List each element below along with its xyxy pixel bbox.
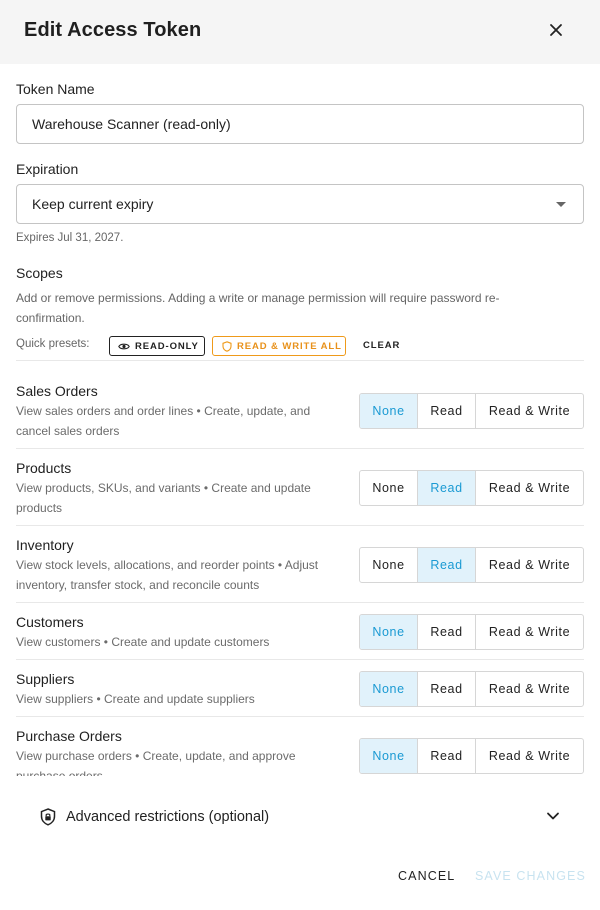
scope-title: Sales Orders — [16, 383, 98, 399]
permission-option-read[interactable]: Read — [418, 615, 476, 649]
scopes-label: Scopes — [16, 265, 63, 281]
divider — [16, 525, 584, 526]
permission-option-read[interactable]: Read — [418, 471, 476, 505]
advanced-restrictions-toggle[interactable]: Advanced restrictions (optional) — [32, 800, 568, 834]
scope-title: Inventory — [16, 537, 74, 553]
permission-option-none[interactable]: None — [360, 615, 418, 649]
scopes-description: Add or remove permissions. Adding a writ… — [16, 291, 500, 325]
divider — [16, 360, 584, 361]
dialog-title: Edit Access Token — [24, 19, 202, 41]
permission-option-read[interactable]: Read — [418, 548, 476, 582]
scope-description: View products, SKUs, and variants • Crea… — [16, 481, 311, 515]
token-name-input[interactable] — [17, 105, 583, 143]
read-only-preset-label: READ-ONLY — [135, 340, 199, 352]
scope-permission-toggle[interactable]: None Read Read & Write — [359, 738, 584, 774]
dialog-header: Edit Access Token — [0, 0, 600, 64]
divider — [16, 448, 584, 449]
permission-option-none[interactable]: None — [360, 739, 418, 773]
cancel-button[interactable]: CANCEL — [398, 869, 455, 883]
permission-option-none[interactable]: None — [360, 471, 418, 505]
read-write-all-preset-button[interactable]: READ & WRITE ALL — [212, 336, 346, 356]
scope-permission-toggle[interactable]: None Read Read & Write — [359, 393, 584, 429]
scope-description: View stock levels, allocations, and reor… — [16, 558, 319, 592]
permission-option-read-write[interactable]: Read & Write — [476, 548, 583, 582]
scope-description: View suppliers • Create and update suppl… — [16, 692, 255, 706]
permission-option-read-write[interactable]: Read & Write — [476, 672, 583, 706]
shield-lock-icon — [40, 808, 56, 831]
quick-presets-label: Quick presets: — [16, 338, 90, 350]
scope-title: Products — [16, 460, 72, 476]
permission-option-read[interactable]: Read — [418, 394, 476, 428]
permission-option-read-write[interactable]: Read & Write — [476, 739, 583, 773]
permission-option-read[interactable]: Read — [418, 739, 476, 773]
shield-icon — [222, 340, 232, 352]
scope-title: Purchase Orders — [16, 728, 122, 744]
read-write-all-preset-label: READ & WRITE ALL — [237, 340, 342, 352]
token-name-field[interactable] — [16, 104, 584, 144]
permission-option-none[interactable]: None — [360, 672, 418, 706]
clear-presets-button[interactable]: CLEAR — [363, 340, 400, 351]
scope-permission-toggle[interactable]: None Read Read & Write — [359, 671, 584, 707]
scope-permission-toggle[interactable]: None Read Read & Write — [359, 470, 584, 506]
expiration-hint: Expires Jul 31, 2027. — [16, 232, 124, 244]
scope-description: View customers • Create and update custo… — [16, 635, 270, 649]
eye-icon — [118, 342, 130, 351]
divider — [16, 716, 584, 717]
read-only-preset-button[interactable]: READ-ONLY — [109, 336, 205, 356]
token-name-label: Token Name — [16, 81, 95, 97]
advanced-restrictions-label: Advanced restrictions (optional) — [66, 809, 270, 825]
scope-title: Customers — [16, 614, 84, 630]
close-icon — [549, 23, 563, 42]
scope-permission-toggle[interactable]: None Read Read & Write — [359, 614, 584, 650]
expiration-selected-value: Keep current expiry — [32, 196, 154, 212]
scopes-list[interactable]: Sales Orders View sales orders and order… — [0, 360, 600, 776]
scope-title: Suppliers — [16, 671, 75, 687]
divider — [16, 602, 584, 603]
expiration-select[interactable]: Keep current expiry — [16, 184, 584, 224]
scope-permission-toggle[interactable]: None Read Read & Write — [359, 547, 584, 583]
scope-description: View sales orders and order lines • Crea… — [16, 404, 311, 438]
permission-option-read-write[interactable]: Read & Write — [476, 394, 583, 428]
permission-option-none[interactable]: None — [360, 548, 418, 582]
save-changes-button[interactable]: SAVE CHANGES — [475, 869, 586, 883]
close-button[interactable] — [544, 20, 568, 44]
permission-option-read[interactable]: Read — [418, 672, 476, 706]
permission-option-read-write[interactable]: Read & Write — [476, 615, 583, 649]
permission-option-read-write[interactable]: Read & Write — [476, 471, 583, 505]
divider — [16, 659, 584, 660]
permission-option-none[interactable]: None — [360, 394, 418, 428]
chevron-down-icon — [546, 808, 560, 826]
caret-down-icon — [556, 202, 566, 207]
expiration-label: Expiration — [16, 161, 79, 177]
scope-description: View purchase orders • Create, update, a… — [16, 749, 296, 776]
